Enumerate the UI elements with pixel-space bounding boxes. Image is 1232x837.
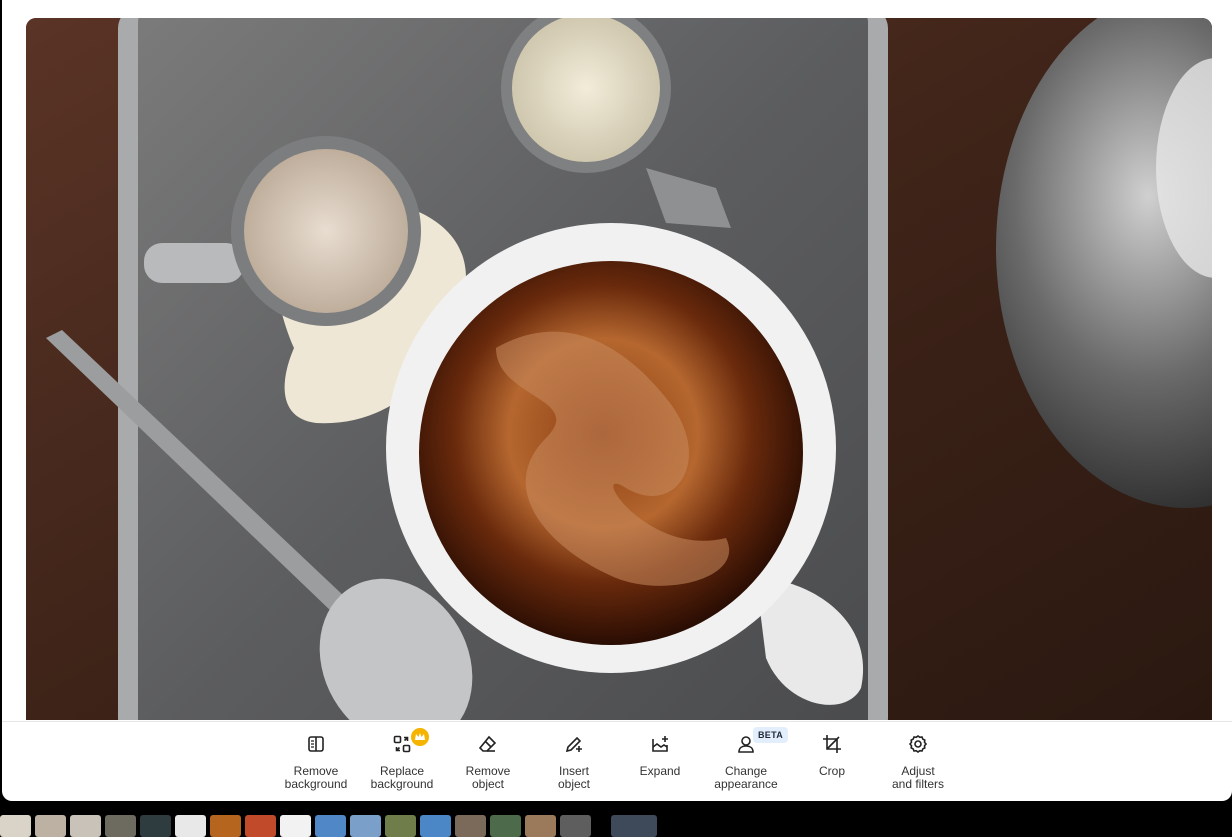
- editor-panel: Remove background Replace background Rem…: [2, 0, 1232, 801]
- gear-icon: [906, 732, 930, 756]
- tool-label: Replace background: [370, 764, 434, 791]
- remove-object-button[interactable]: Remove object: [445, 732, 531, 791]
- change-appearance-button[interactable]: BETA Change appearance: [703, 727, 789, 791]
- tool-label: Remove object: [465, 764, 511, 791]
- tool-label: Change appearance: [714, 764, 778, 791]
- expand-button[interactable]: Expand: [617, 732, 703, 778]
- remove-background-button[interactable]: Remove background: [273, 732, 359, 791]
- tool-label: Crop: [818, 764, 845, 778]
- crop-button[interactable]: Crop: [789, 732, 875, 778]
- premium-crown-badge: [409, 726, 431, 748]
- coffee-photo: [26, 18, 1212, 720]
- adjust-filters-button[interactable]: Adjust and filters: [875, 732, 961, 791]
- expand-icon: [648, 732, 672, 756]
- pencil-plus-icon: [562, 732, 586, 756]
- eraser-icon: [476, 732, 500, 756]
- tool-label: Adjust and filters: [891, 764, 945, 791]
- image-filmstrip: [0, 815, 1232, 837]
- tool-label: Remove background: [284, 764, 348, 791]
- image-canvas[interactable]: [26, 18, 1212, 720]
- beta-badge: BETA: [753, 727, 789, 743]
- replace-background-button[interactable]: Replace background: [359, 726, 445, 791]
- remove-background-icon: [304, 732, 328, 756]
- crop-icon: [820, 732, 844, 756]
- tool-label: Expand: [639, 764, 681, 778]
- insert-object-button[interactable]: Insert object: [531, 732, 617, 791]
- edit-toolbar: Remove background Replace background Rem…: [2, 721, 1232, 801]
- crown-icon: [415, 733, 425, 740]
- tool-label: Insert object: [557, 764, 591, 791]
